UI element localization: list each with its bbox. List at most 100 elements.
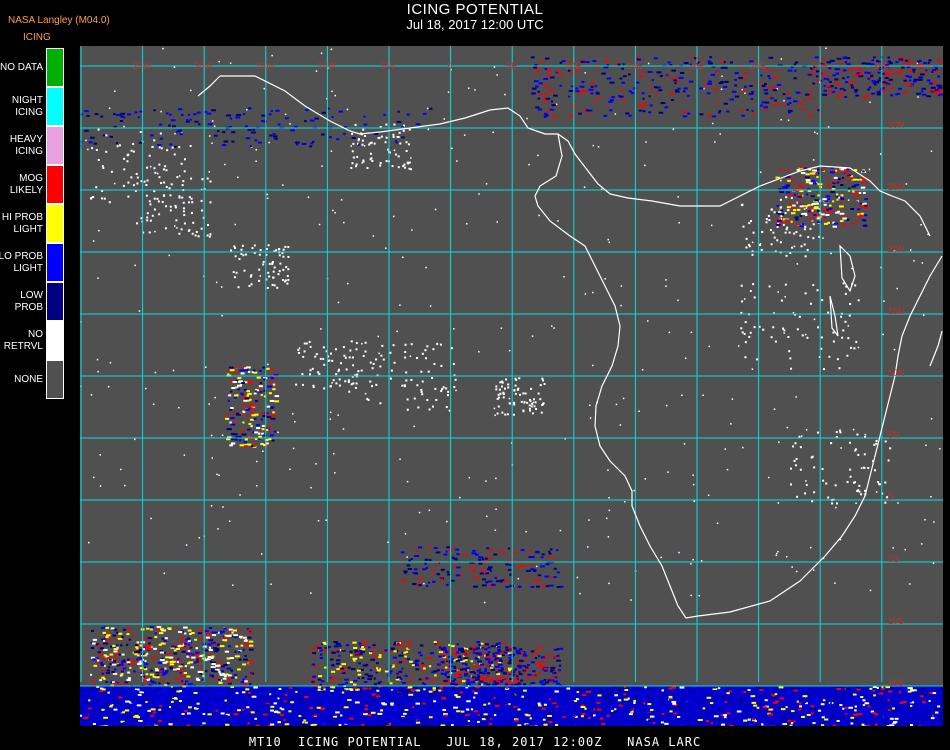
icing-pixel [889,69,892,72]
no-retrieval-pixel [773,312,775,314]
icing-pixel [418,546,423,549]
no-retrieval-pixel [796,495,799,498]
icing-pixel [256,376,261,379]
icing-pixel [793,193,797,196]
icing-pixel [317,678,322,681]
icing-pixel [208,646,211,649]
icing-pixel [319,657,323,660]
icing-pixel [798,708,802,711]
icing-pixel [934,89,939,92]
legend-label: NIGHT ICING [11,94,43,118]
icing-pixel [112,634,117,637]
no-retrieval-pixel [711,122,714,125]
no-retrieval-pixel [268,275,271,278]
icing-pixel [188,661,194,664]
icing-pixel [595,92,600,95]
no-retrieval-pixel [101,197,104,200]
no-retrieval-pixel [174,204,177,207]
no-retrieval-pixel [267,363,269,366]
icing-pixel [828,207,833,210]
icing-pixel [90,646,95,649]
icing-pixel [335,662,340,665]
no-retrieval-pixel [719,133,721,135]
icing-pixel [530,661,535,664]
icing-pixel [241,395,246,398]
icing-pixel [186,687,191,690]
no-retrieval-pixel [413,425,415,428]
icing-pixel [407,686,413,689]
no-retrieval-pixel [194,234,197,237]
no-retrieval-pixel [420,388,423,391]
icing-pixel [683,87,688,90]
icing-pixel [645,690,648,693]
icing-pixel [523,689,527,692]
icing-pixel [493,553,498,556]
icing-pixel [777,69,780,72]
no-retrieval-pixel [647,62,650,65]
no-retrieval-pixel [803,243,806,246]
icing-pixel [839,212,845,215]
icing-pixel [491,645,496,648]
no-retrieval-pixel [351,132,354,135]
icing-pixel [559,61,563,64]
icing-pixel [478,683,482,686]
icing-pixel [603,114,608,117]
no-retrieval-pixel [839,431,842,434]
no-retrieval-pixel [877,481,880,484]
icing-pixel [431,570,436,573]
no-retrieval-pixel [220,286,223,288]
icing-pixel [921,87,927,90]
icing-pixel [211,668,215,671]
icing-pixel [371,687,376,690]
no-retrieval-pixel [281,279,284,282]
icing-pixel [830,171,835,174]
icing-pixel [727,719,731,722]
icing-pixel [428,665,432,668]
icing-pixel [207,643,212,646]
icing-pixel [279,707,283,710]
no-retrieval-pixel [151,214,154,217]
icing-pixel [258,695,264,698]
icing-pixel [259,387,262,390]
icing-pixel [182,626,188,629]
icing-pixel [796,208,801,211]
icing-pixel [900,688,905,691]
icing-pixel [907,69,910,72]
icing-pixel [235,386,239,389]
no-retrieval-pixel [608,509,611,512]
no-retrieval-pixel [850,346,853,349]
icing-pixel [814,206,819,209]
icing-pixel [120,112,126,115]
icing-pixel [301,142,307,145]
latitude-label: 15N [888,306,905,316]
icing-pixel [273,430,276,433]
icing-pixel [920,90,924,93]
icing-pixel [444,651,449,654]
icing-pixel [236,388,240,391]
no-retrieval-pixel [760,248,763,251]
icing-pixel [345,718,348,721]
icing-pixel [790,722,794,725]
icing-pixel [451,670,457,673]
icing-pixel [772,85,777,88]
no-retrieval-pixel [812,159,815,161]
icing-pixel [834,67,838,70]
icing-pixel [243,440,248,443]
icing-pixel [108,697,114,700]
icing-pixel [633,699,637,702]
icing-pixel [842,223,847,226]
no-retrieval-pixel [266,286,269,289]
icing-pixel [554,721,560,724]
icing-pixel [469,681,474,684]
icing-pixel [142,689,147,692]
icing-pixel [497,650,502,653]
icing-pixel [601,722,606,725]
icing-pixel [860,177,864,180]
icing-pixel [932,699,936,702]
icing-pixel [239,369,243,372]
icing-pixel [799,702,802,705]
no-retrieval-pixel [210,505,213,507]
no-retrieval-pixel [351,356,354,359]
icing-pixel [163,672,168,675]
icing-pixel [453,665,457,668]
